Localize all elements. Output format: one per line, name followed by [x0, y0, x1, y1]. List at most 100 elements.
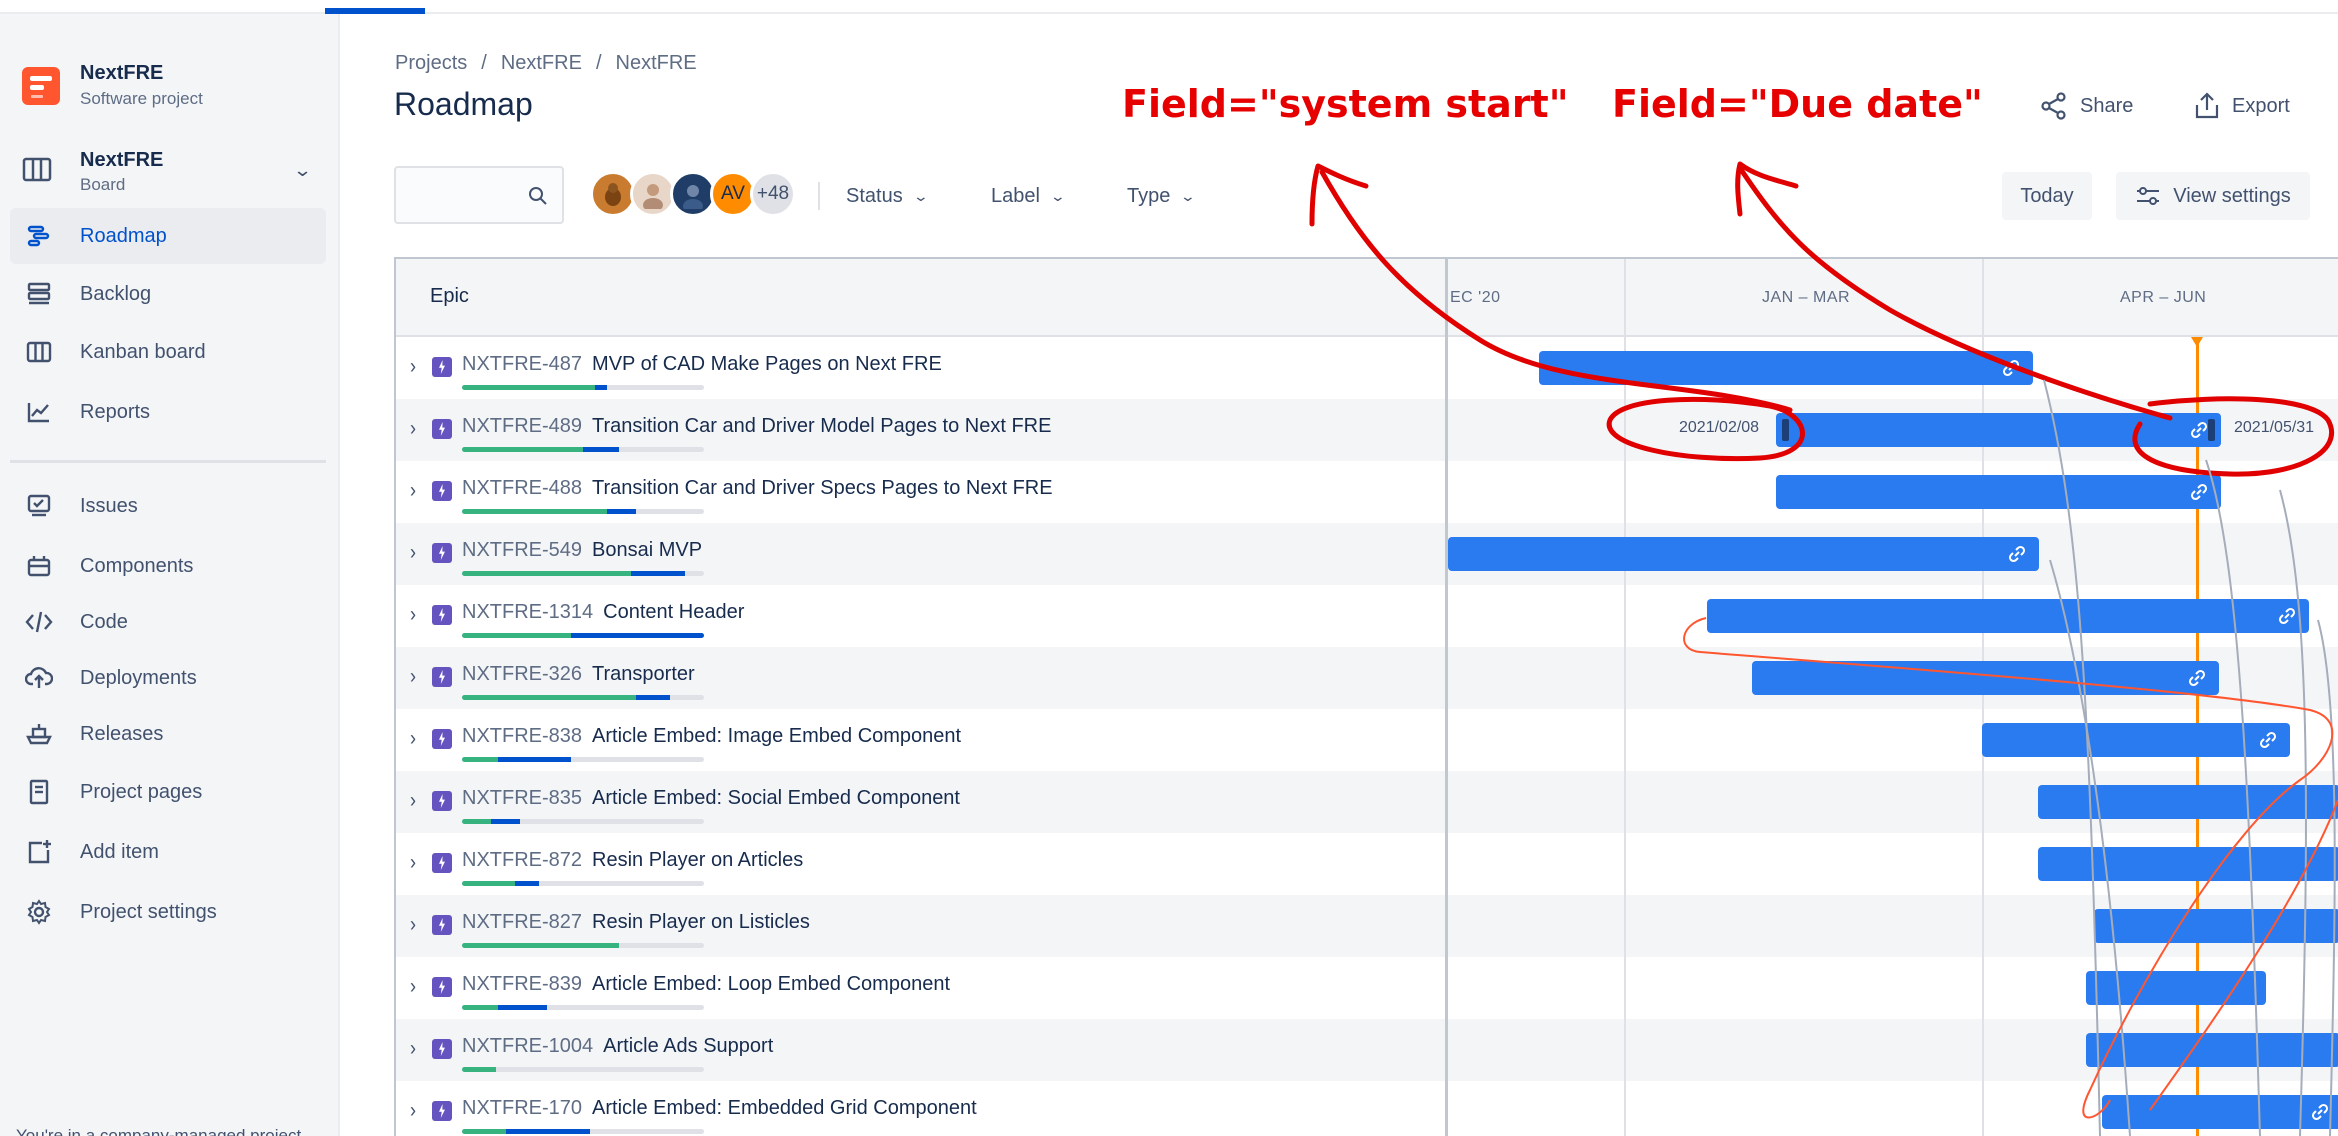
- epic-progress-bar: [462, 385, 704, 390]
- board-name: NextFRE: [80, 149, 164, 171]
- today-marker-head: [2191, 337, 2203, 347]
- table-row[interactable]: › NXTFRE-487 MVP of CAD Make Pages on Next…: [396, 337, 2338, 399]
- chevron-right-icon[interactable]: ›: [410, 1036, 416, 1061]
- epic-progress-bar: [462, 1005, 704, 1010]
- avatar-more[interactable]: +48: [750, 171, 796, 217]
- list-timeline-divider[interactable]: [1445, 259, 1448, 1136]
- progress-done: [462, 757, 499, 762]
- breadcrumb-project[interactable]: NextFRE: [501, 52, 582, 74]
- sidebar-item-deployments[interactable]: Deployments: [10, 650, 326, 706]
- epic-key-text: NXTFRE-835: [462, 787, 583, 809]
- sidebar-item-backlog[interactable]: Backlog: [10, 266, 326, 322]
- epic-key[interactable]: NXTFRE-487 MVP of CAD Make Pages on Next …: [462, 353, 942, 376]
- epic-icon: [432, 543, 452, 563]
- epic-key[interactable]: NXTFRE-872 Resin Player on Articles: [462, 849, 803, 872]
- bar-end-handle[interactable]: [2208, 419, 2215, 441]
- epic-timeline-bar[interactable]: [2086, 1033, 2338, 1067]
- chevron-right-icon[interactable]: ›: [410, 602, 416, 627]
- chevron-right-icon[interactable]: ›: [410, 974, 416, 999]
- type-filter-label: Type: [1127, 184, 1171, 207]
- view-settings-label: View settings: [2173, 184, 2291, 207]
- sidebar-item-add-item[interactable]: Add item: [10, 824, 326, 880]
- epic-key[interactable]: NXTFRE-835 Article Embed: Social Embed Co…: [462, 787, 960, 810]
- epic-timeline-bar[interactable]: [2086, 971, 2266, 1005]
- status-filter[interactable]: Status ⌄: [846, 178, 929, 214]
- components-icon: [24, 551, 54, 581]
- epic-key[interactable]: NXTFRE-838 Article Embed: Image Embed Com…: [462, 725, 961, 748]
- epic-summary: Resin Player on Listicles: [592, 911, 810, 933]
- epic-key-text: NXTFRE-487: [462, 353, 583, 375]
- table-row[interactable]: › NXTFRE-1004 Article Ads Support: [396, 1019, 2338, 1081]
- epic-timeline-bar[interactable]: [1776, 475, 2221, 509]
- today-button[interactable]: Today: [2002, 172, 2092, 220]
- epic-timeline-bar[interactable]: [2038, 785, 2338, 819]
- chevron-right-icon[interactable]: ›: [410, 478, 416, 503]
- chevron-right-icon[interactable]: ›: [410, 912, 416, 937]
- epic-timeline-bar[interactable]: [1982, 723, 2290, 757]
- progress-done: [462, 943, 620, 948]
- chevron-right-icon[interactable]: ›: [410, 354, 416, 379]
- chevron-right-icon[interactable]: ›: [410, 850, 416, 875]
- epic-summary: Article Embed: Social Embed Component: [592, 787, 960, 809]
- epic-key[interactable]: NXTFRE-1004 Article Ads Support: [462, 1035, 773, 1058]
- table-row[interactable]: › NXTFRE-839 Article Embed: Loop Embed Com…: [396, 957, 2338, 1019]
- type-filter[interactable]: Type ⌄: [1127, 178, 1196, 214]
- epic-key[interactable]: NXTFRE-1314 Content Header: [462, 601, 744, 624]
- epic-summary: Article Embed: Image Embed Component: [592, 725, 962, 747]
- sidebar-item-roadmap[interactable]: Roadmap: [10, 208, 326, 264]
- epic-key[interactable]: NXTFRE-489 Transition Car and Driver Mode…: [462, 415, 1051, 438]
- epic-timeline-bar[interactable]: [1776, 413, 2221, 447]
- sidebar-item-code[interactable]: Code: [10, 594, 326, 650]
- settings-icon: [24, 897, 54, 927]
- chevron-right-icon[interactable]: ›: [410, 416, 416, 441]
- table-row[interactable]: › NXTFRE-170 Article Embed: Embedded Grid …: [396, 1081, 2338, 1136]
- view-settings-button[interactable]: View settings: [2116, 172, 2310, 220]
- epic-timeline-bar[interactable]: [1539, 351, 2033, 385]
- progress-done: [462, 881, 516, 886]
- epic-timeline-bar[interactable]: [1448, 537, 2039, 571]
- sidebar-item-issues[interactable]: Issues: [10, 478, 326, 534]
- breadcrumb-projects[interactable]: Projects: [395, 52, 467, 74]
- sidebar-item-project-settings[interactable]: Project settings: [10, 884, 326, 940]
- chevron-right-icon[interactable]: ›: [410, 788, 416, 813]
- table-row[interactable]: › NXTFRE-827 Resin Player on Listicles: [396, 895, 2338, 957]
- sidebar-item-project-pages[interactable]: Project pages: [10, 764, 326, 820]
- sidebar-item-kanban[interactable]: Kanban board: [10, 324, 326, 380]
- epic-key[interactable]: NXTFRE-326 Transporter: [462, 663, 695, 686]
- epic-key[interactable]: NXTFRE-839 Article Embed: Loop Embed Comp…: [462, 973, 950, 996]
- export-button[interactable]: Export: [2194, 86, 2290, 126]
- project-header[interactable]: NextFRE Software project: [22, 62, 203, 109]
- epic-key[interactable]: NXTFRE-170 Article Embed: Embedded Grid C…: [462, 1097, 977, 1120]
- epic-progress-bar: [462, 819, 704, 824]
- chevron-right-icon[interactable]: ›: [410, 726, 416, 751]
- epic-key[interactable]: NXTFRE-549 Bonsai MVP: [462, 539, 702, 562]
- sidebar-item-components[interactable]: Components: [10, 538, 326, 594]
- sidebar-item-releases[interactable]: Releases: [10, 706, 326, 762]
- sidebar-item-reports[interactable]: Reports: [10, 384, 326, 440]
- search-icon: [529, 187, 547, 205]
- label-filter[interactable]: Label ⌄: [991, 178, 1066, 214]
- breadcrumb-board[interactable]: NextFRE: [616, 52, 697, 74]
- epic-timeline-bar[interactable]: [2038, 847, 2338, 881]
- chevron-right-icon[interactable]: ›: [410, 664, 416, 689]
- board-switcher[interactable]: NextFRE Board ⌄: [22, 148, 322, 196]
- share-button[interactable]: Share: [2040, 86, 2133, 126]
- epic-timeline-bar[interactable]: [1752, 661, 2219, 695]
- chevron-right-icon[interactable]: ›: [410, 1098, 416, 1123]
- search-input[interactable]: [394, 166, 564, 224]
- epic-progress-bar: [462, 695, 704, 700]
- bar-start-handle[interactable]: [1782, 419, 1789, 441]
- backlog-icon: [24, 279, 54, 309]
- epic-timeline-bar[interactable]: [1707, 599, 2309, 633]
- table-row[interactable]: › NXTFRE-549 Bonsai MVP: [396, 523, 2338, 585]
- progress-in-progress: [515, 881, 540, 886]
- board-sub: Board: [80, 175, 126, 194]
- epic-key[interactable]: NXTFRE-827 Resin Player on Listicles: [462, 911, 810, 934]
- epic-timeline-bar[interactable]: [2102, 1095, 2338, 1129]
- epic-timeline-bar[interactable]: [2094, 909, 2338, 943]
- epic-key[interactable]: NXTFRE-488 Transition Car and Driver Spec…: [462, 477, 1053, 500]
- sidebar-divider: [10, 460, 326, 463]
- deployments-icon: [24, 663, 54, 693]
- link-icon: [2187, 668, 2207, 693]
- chevron-right-icon[interactable]: ›: [410, 540, 416, 565]
